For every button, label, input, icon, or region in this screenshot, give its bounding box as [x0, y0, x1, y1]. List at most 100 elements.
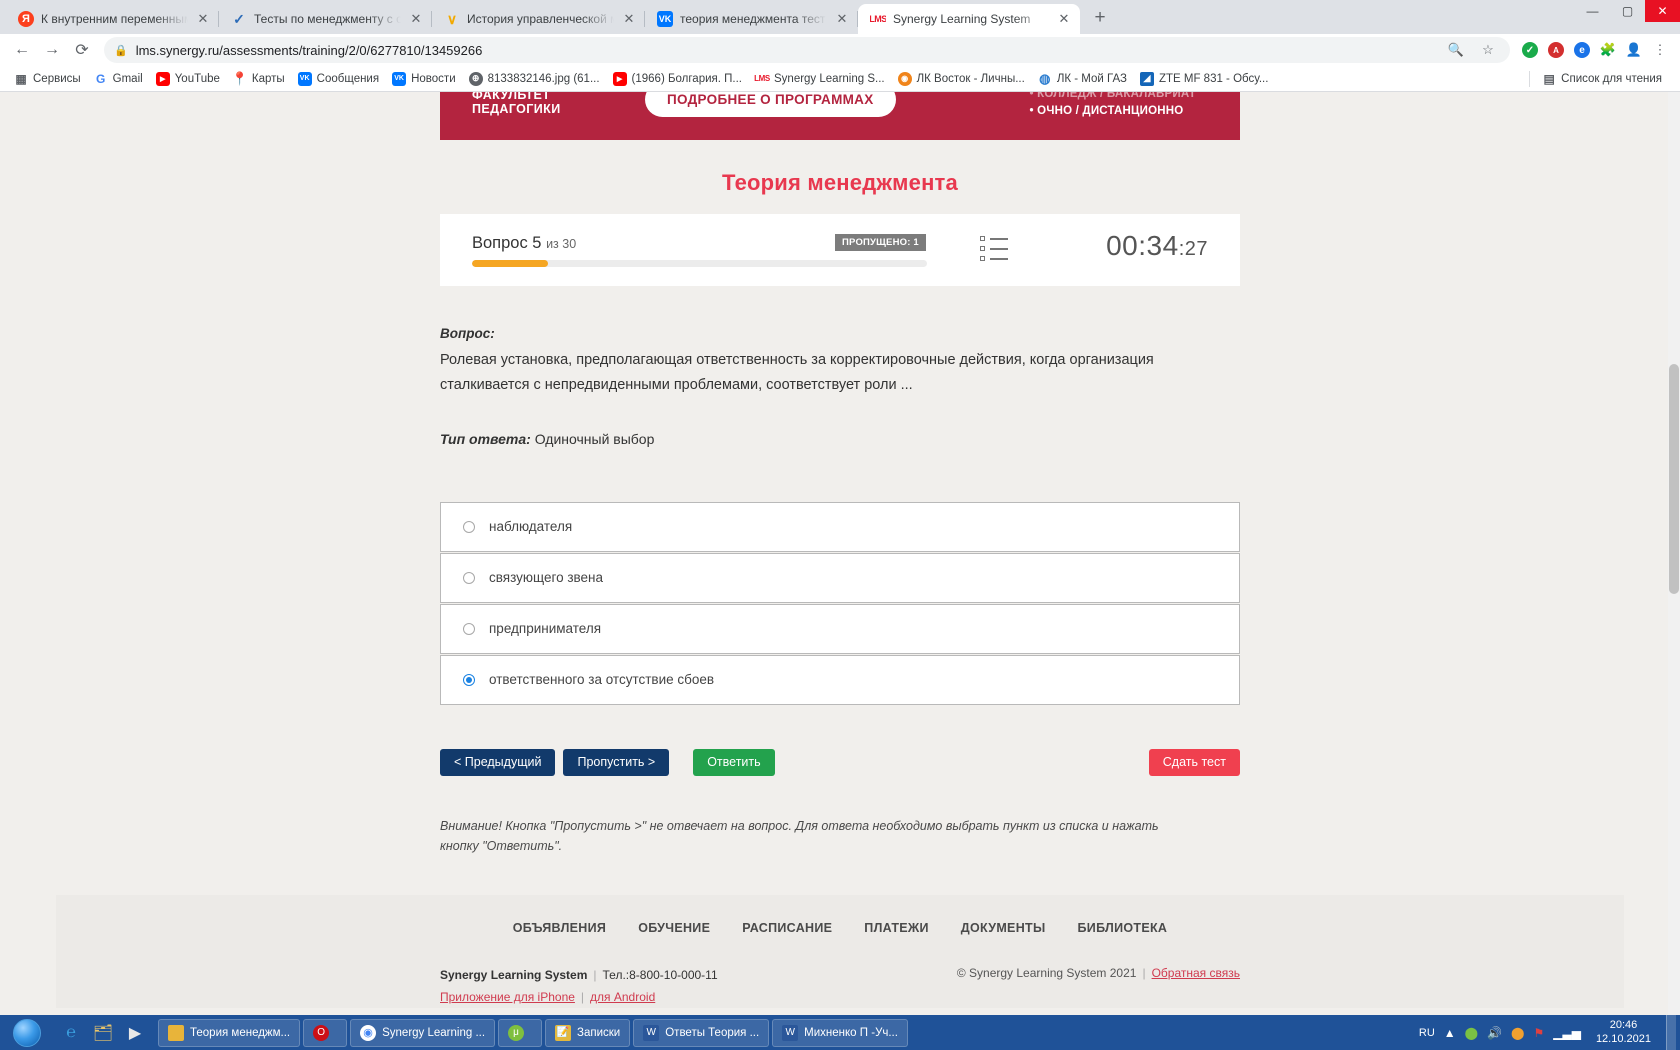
taskbar-item-utorrent[interactable]: μ	[498, 1018, 543, 1047]
forward-icon[interactable]: →	[38, 36, 66, 64]
submit-test-button[interactable]: Сдать тест	[1148, 748, 1240, 776]
radio-button-icon[interactable]	[463, 520, 475, 533]
bookmark-youtube[interactable]: ▶ YouTube	[150, 70, 226, 88]
radio-button-icon-checked[interactable]	[463, 673, 475, 686]
tab-close-icon[interactable]: ✕	[195, 11, 211, 27]
bookmark-jpg[interactable]: ⊕ 8133832146.jpg (61...	[463, 70, 606, 88]
scrollbar-thumb[interactable]	[1669, 364, 1679, 594]
timer-seconds: :27	[1178, 238, 1208, 260]
answer-option-selected[interactable]: ответственного за отсутствие сбоев	[440, 654, 1240, 705]
iphone-app-link[interactable]: Приложение для iPhone	[440, 990, 575, 1004]
language-indicator[interactable]: RU	[1419, 1027, 1435, 1039]
footer-nav-link[interactable]: ОБЪЯВЛЕНИЯ	[513, 921, 606, 935]
footer-nav-link[interactable]: ОБУЧЕНИЕ	[638, 921, 710, 935]
browser-tab-3[interactable]: ∨ История управленческой мысл ✕	[432, 4, 645, 34]
footer-nav-link[interactable]: ПЛАТЕЖИ	[864, 921, 929, 935]
previous-button[interactable]: < Предыдущий	[440, 748, 556, 776]
address-bar[interactable]: 🔒 lms.synergy.ru/assessments/training/2/…	[104, 37, 1510, 63]
browser-tab-2[interactable]: ✓ Тесты по менеджменту с ответа ✕	[219, 4, 432, 34]
media-icon[interactable]: ▶	[120, 1018, 150, 1048]
divider	[1529, 70, 1531, 87]
flag-icon[interactable]: ⚑	[1533, 1026, 1544, 1040]
answer-option[interactable]: предпринимателя	[440, 603, 1240, 654]
list-icon[interactable]	[980, 236, 1010, 266]
bookmark-vk-messages[interactable]: VK Сообщения	[292, 70, 385, 88]
bookmark-apps[interactable]: ▦ Сервисы	[8, 70, 87, 88]
extensions-puzzle-icon[interactable]: 🧩	[1596, 38, 1620, 62]
start-button[interactable]	[0, 1015, 54, 1050]
answer-button[interactable]: Ответить	[693, 748, 775, 776]
bookmark-vostok[interactable]: ◉ ЛК Восток - Личны...	[892, 70, 1031, 88]
taskbar-clock[interactable]: 20:46 12.10.2021	[1590, 1019, 1657, 1047]
extension-blue-icon[interactable]: e	[1570, 38, 1594, 62]
banner-cta-button[interactable]: ПОДРОБНЕЕ О ПРОГРАММАХ	[645, 92, 896, 117]
bookmark-star-icon[interactable]: ☆	[1476, 38, 1500, 62]
url-text: lms.synergy.ru/assessments/training/2/0/…	[135, 42, 483, 58]
progress-bar	[472, 259, 927, 267]
new-tab-button[interactable]: +	[1086, 4, 1114, 32]
page-scrollbar[interactable]	[1668, 92, 1680, 1015]
close-window-button[interactable]: ✕	[1645, 0, 1680, 22]
vk-icon: VK	[392, 71, 407, 86]
taskbar-item-word-2[interactable]: W Михненко П -Уч...	[772, 1018, 908, 1047]
shield-icon[interactable]: ⬤	[1465, 1026, 1478, 1040]
bookmark-bulgaria[interactable]: ▶ (1966) Болгария. П...	[607, 70, 748, 88]
extension-green-icon[interactable]: ✓	[1518, 38, 1542, 62]
back-icon[interactable]: ←	[8, 36, 36, 64]
explorer-icon[interactable]: 🗂	[88, 1018, 118, 1048]
feedback-link[interactable]: Обратная связь	[1152, 966, 1240, 980]
taskbar-item-label: Записки	[577, 1026, 621, 1039]
taskbar-item-opera[interactable]: O	[303, 1018, 348, 1047]
answer-option[interactable]: связующего звена	[440, 552, 1240, 603]
bookmark-maps[interactable]: 📍 Карты	[227, 70, 291, 88]
question-status-bar: Вопрос 5 из 30 ПРОПУЩЕНО: 1 00:34:27	[440, 214, 1240, 286]
tab-close-icon[interactable]: ✕	[834, 11, 850, 27]
reading-list-button[interactable]: ▤ Список для чтения	[1536, 70, 1668, 88]
profile-avatar-icon[interactable]: 👤	[1622, 38, 1646, 62]
browser-tab-4[interactable]: VK теория менеджмента тест для с ✕	[645, 4, 858, 34]
footer-nav-link[interactable]: РАСПИСАНИЕ	[742, 921, 832, 935]
answer-option[interactable]: наблюдателя	[440, 501, 1240, 552]
quiz-actions: < Предыдущий Пропустить > Ответить Сдать…	[440, 748, 1240, 776]
promo-banner[interactable]: ФАКУЛЬТЕТ ПЕДАГОГИКИ ПОДРОБНЕЕ О ПРОГРАМ…	[440, 92, 1240, 140]
taskbar-item-chrome[interactable]: ◉ Synergy Learning ...	[350, 1018, 496, 1047]
taskbar-item-notes[interactable]: 📝 Записки	[545, 1018, 631, 1047]
apps-grid-icon: ▦	[15, 71, 27, 86]
bookmarks-bar: ▦ Сервисы G Gmail ▶ YouTube 📍 Карты VK С…	[0, 66, 1680, 92]
taskbar-item-word-1[interactable]: W Ответы Теория ...	[633, 1018, 770, 1047]
footer-contact: Synergy Learning System | Тел.:8-800-10-00…	[440, 965, 957, 1008]
tab-close-icon[interactable]: ✕	[408, 11, 424, 27]
browser-tab-5-active[interactable]: LMS Synergy Learning System ✕	[858, 4, 1080, 34]
maximize-button[interactable]: ▢	[1610, 0, 1645, 22]
bookmark-zte[interactable]: ◢ ZTE MF 831 - Обсу...	[1134, 70, 1274, 88]
skip-button[interactable]: Пропустить >	[563, 748, 670, 776]
extension-pdf-icon[interactable]: A	[1544, 38, 1568, 62]
browser-tab-1[interactable]: Я К внутренним переменным орг ✕	[6, 4, 219, 34]
window-controls: — ▢ ✕	[1575, 0, 1680, 30]
minimize-button[interactable]: —	[1575, 0, 1610, 22]
android-app-link[interactable]: для Android	[590, 990, 655, 1004]
reload-icon[interactable]: ⟳	[68, 36, 96, 64]
signal-icon[interactable]: ▁▃▅	[1553, 1026, 1581, 1040]
taskbar-item-folder[interactable]: Теория менеджм...	[158, 1018, 301, 1047]
tab-close-icon[interactable]: ✕	[1056, 11, 1072, 27]
bookmark-label: Сервисы	[33, 72, 81, 85]
browser-menu-icon[interactable]: ⋮	[1648, 38, 1672, 62]
tab-close-icon[interactable]: ✕	[621, 11, 637, 27]
radio-button-icon[interactable]	[463, 571, 475, 584]
footer-nav-link[interactable]: БИБЛИОТЕКА	[1078, 921, 1168, 935]
ie-icon[interactable]: ℮	[56, 1018, 86, 1048]
show-desktop-button[interactable]	[1666, 1015, 1676, 1050]
footer-app-links: Приложение для iPhone | для Android	[440, 989, 656, 1004]
footer-nav-link[interactable]: ДОКУМЕНТЫ	[961, 921, 1046, 935]
volume-icon[interactable]: 🔊	[1487, 1026, 1502, 1040]
search-icon[interactable]: 🔍	[1444, 38, 1468, 62]
radio-button-icon[interactable]	[463, 622, 475, 635]
bookmark-label: ЛК Восток - Личны...	[916, 72, 1025, 85]
network-icon[interactable]: ⬤	[1511, 1026, 1524, 1040]
chevron-up-icon[interactable]: ▲	[1444, 1026, 1456, 1040]
bookmark-lms[interactable]: LMS Synergy Learning S...	[749, 70, 891, 88]
bookmark-gaz[interactable]: ◍ ЛК - Мой ГАЗ	[1032, 70, 1133, 88]
bookmark-gmail[interactable]: G Gmail	[88, 70, 149, 88]
bookmark-vk-news[interactable]: VK Новости	[386, 70, 462, 88]
